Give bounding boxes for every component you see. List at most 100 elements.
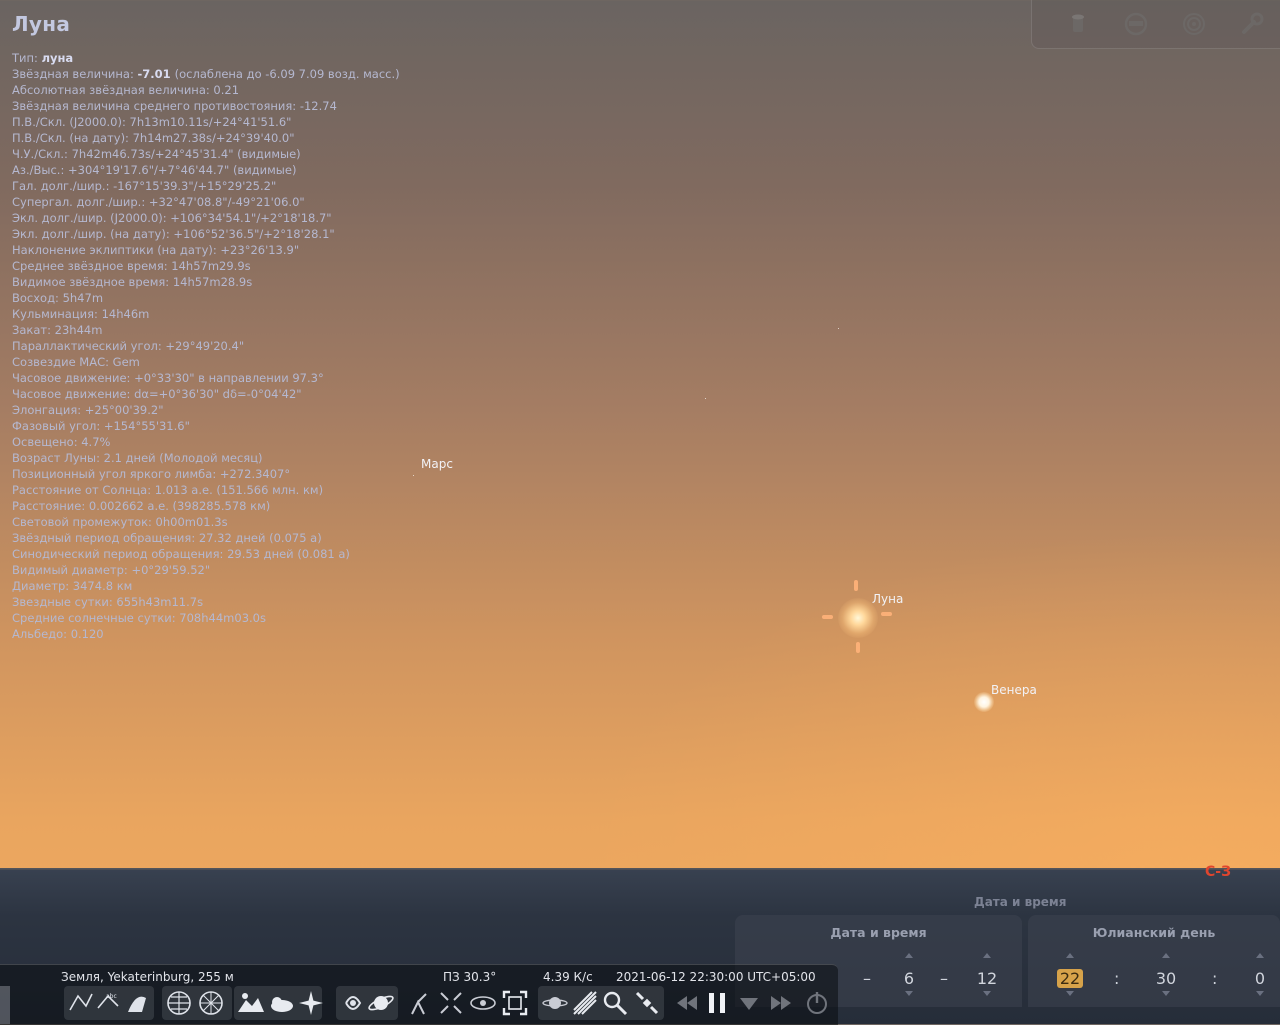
spin-down-icon[interactable] [1066,991,1074,996]
fullscreen-icon[interactable] [500,988,530,1018]
planets-icon[interactable] [366,988,396,1018]
info-value: 29.53 дней (0.081 a) [227,547,350,561]
info-value: 0.002662 а.е. (398285.578 км) [88,499,271,513]
moon-label[interactable]: Луна [872,592,903,606]
target-icon[interactable] [1180,10,1208,38]
info-key: Супергал. долг./шир.: [12,195,149,209]
fast-forward-icon[interactable] [766,988,796,1018]
venus-label[interactable]: Венера [991,683,1037,697]
info-value: +0°29'59.52" [131,563,211,577]
meteor-showers-icon[interactable] [570,988,600,1018]
info-row: Экл. долг./шир. (J2000.0): +106°34'54.1"… [12,210,532,226]
info-row: П.В./Скл. (на дату): 7h14m27.38s/+24°39'… [12,130,532,146]
spin-down-icon[interactable] [1162,991,1170,996]
center-object-icon[interactable] [436,988,466,1018]
info-bold-value: -7.01 [137,67,175,81]
info-row: Фазовый угол: +154°55'31.6" [12,418,532,434]
azimuthal-grid-icon[interactable] [196,988,226,1018]
info-value: +29°49'20.4" [165,339,245,353]
pause-icon[interactable] [702,988,732,1018]
info-key: Абсолютная звёздная величина: [12,83,214,97]
info-key: Элонгация: [12,403,85,417]
star[interactable] [705,398,706,399]
info-row: Параллактический угол: +29°49'20.4" [12,338,532,354]
info-key: Экл. долг./шир. (на дату): [12,227,174,241]
info-value: 0.120 [70,627,104,641]
mars-label[interactable]: Марс [421,457,453,471]
info-row: Видимое звёздное время: 14h57m28.9s [12,274,532,290]
info-key: Звёздная величина среднего противостояни… [12,99,300,113]
selection-pointer [854,580,858,591]
hour-value[interactable]: 22 [1056,969,1084,988]
trash-icon[interactable] [1064,10,1092,38]
info-value: +25°00'39.2" [84,403,164,417]
minute-value[interactable]: 30 [1146,969,1186,988]
day-value[interactable]: 12 [967,969,1007,988]
info-row: Видимый диаметр: +0°29'59.52" [12,562,532,578]
info-value: 708h44m03.0s [179,611,266,625]
time-separator: : [1114,969,1120,988]
info-key: Расстояние: [12,499,89,513]
window-icon[interactable] [1122,10,1150,38]
info-key: Фазовый угол: [12,419,104,433]
rewind-icon[interactable] [672,988,702,1018]
second-value[interactable]: 0 [1240,969,1280,988]
exoplanets-icon[interactable] [540,988,570,1018]
julian-day-title: Юлианский день [1092,925,1216,940]
info-value: 2.1 дней (Молодой месяц) [103,451,263,465]
location-status[interactable]: Земля, Yekaterinburg, 255 м [61,970,234,984]
datetime-status[interactable]: 2021-06-12 22:30:00 UTC+05:00 [616,970,816,984]
spin-up-icon[interactable] [1256,953,1264,958]
ground-icon[interactable] [236,988,266,1018]
info-row: Альбедо: 0.120 [12,626,532,642]
info-key: Параллактический угол: [12,339,166,353]
info-row: Гал. долг./шир.: -167°15'39.3"/+15°29'25… [12,178,532,194]
info-row: Звёздная величина среднего противостояни… [12,98,532,114]
info-value: 5h47m [62,291,104,305]
spin-up-icon[interactable] [1162,953,1170,958]
constellation-art-icon[interactable] [122,988,152,1018]
set-time-now-icon[interactable] [734,988,764,1018]
month-spinner[interactable]: 6 [889,953,929,996]
spin-up-icon[interactable] [905,953,913,958]
compass-direction: С-З [1205,864,1232,880]
nebulae-icon[interactable] [338,988,368,1018]
month-value[interactable]: 6 [889,969,929,988]
atmosphere-icon[interactable] [266,988,296,1018]
fov-status: ПЗ 30.3° [443,970,497,984]
spin-down-icon[interactable] [905,991,913,996]
info-value: 14h57m29.9s [171,259,251,273]
constellation-labels-icon[interactable]: abc [94,988,124,1018]
spin-up-icon[interactable] [1066,953,1074,958]
info-key: Закат: [12,323,55,337]
wrench-icon[interactable] [1238,10,1266,38]
night-mode-icon[interactable] [468,988,498,1018]
minute-spinner[interactable]: 30 [1146,953,1186,996]
mars-marker[interactable] [413,475,414,476]
info-key: Видимый диаметр: [12,563,132,577]
info-key: Часовое движение: [12,387,135,401]
spin-down-icon[interactable] [983,991,991,996]
cardinal-points-icon[interactable] [296,988,326,1018]
info-value: 7h14m27.38s/+24°39'40.0" [132,131,295,145]
hour-spinner[interactable]: 22 [1050,953,1090,996]
info-key: Кульминация: [12,307,102,321]
info-value: +304°19'17.6"/+7°46'44.7" (видимые) [68,163,297,177]
info-value: +32°47'08.8"/-49°21'06.0" [148,195,305,209]
second-spinner[interactable]: 0 [1240,953,1280,996]
toolbar-handle[interactable] [0,986,10,1024]
constellation-lines-icon[interactable] [66,988,96,1018]
julian-day-panel: Юлианский день 22 : 30 : 0 [1028,915,1280,1007]
day-spinner[interactable]: 12 [967,953,1007,996]
quit-icon[interactable] [802,988,832,1018]
mount-icon[interactable] [404,988,434,1018]
satellites-icon[interactable] [632,988,662,1018]
star[interactable] [838,328,839,329]
equatorial-grid-icon[interactable] [164,988,194,1018]
info-key: Освещено: [12,435,82,449]
spin-up-icon[interactable] [983,953,991,958]
info-value: +272.3407° [219,467,291,481]
info-key: Расстояние от Солнца: [12,483,155,497]
search-icon[interactable] [600,988,630,1018]
spin-down-icon[interactable] [1256,991,1264,996]
